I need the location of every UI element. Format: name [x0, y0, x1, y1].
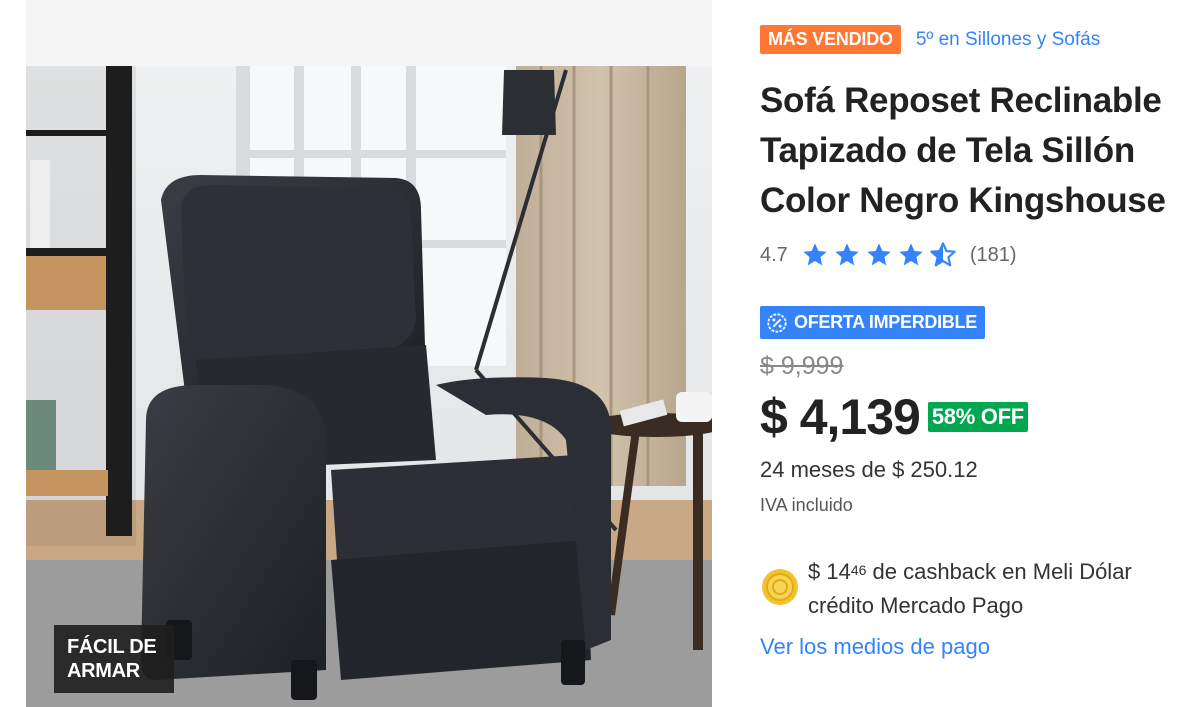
tax-note: IVA incluido — [760, 495, 853, 515]
badge-row: MÁS VENDIDO 5º en Sillones y Sofás — [760, 25, 1100, 54]
product-image[interactable]: FÁCIL DE ARMAR — [26, 0, 712, 707]
star-half-icon — [929, 241, 957, 269]
product-title-line-3: Color Negro Kingshouse — [760, 181, 1166, 220]
product-title-line-1: Sofá Reposet Reclinable — [760, 81, 1162, 120]
rating-row[interactable]: 4.7 (181) — [760, 241, 1017, 269]
discount-badge: 58% OFF — [927, 402, 1028, 432]
product-title: Sofá Reposet Reclinable Tapizado de Tela… — [760, 76, 1200, 226]
star-full-icon — [897, 241, 925, 269]
original-price: $ 9,999 — [760, 352, 844, 380]
easy-assembly-line-2: ARMAR — [67, 660, 140, 682]
star-full-icon — [801, 241, 829, 269]
cashback-row: $ 1446 de cashback en Meli Dólar crédito… — [760, 555, 1132, 623]
deal-label: OFERTA IMPERDIBLE — [794, 312, 977, 332]
cashback-text-1: de cashback en Meli Dólar — [866, 559, 1132, 584]
deal-badge: OFERTA IMPERDIBLE — [760, 306, 985, 339]
payment-methods-link[interactable]: Ver los medios de pago — [760, 634, 990, 660]
price-row: $ 4,139 58% OFF — [760, 388, 1028, 446]
cashback-text: $ 1446 de cashback en Meli Dólar crédito… — [808, 555, 1132, 623]
star-rating — [801, 241, 957, 269]
star-full-icon — [833, 241, 861, 269]
badge-percent-icon — [767, 312, 787, 333]
star-full-icon — [865, 241, 893, 269]
cashback-amount: $ 14 — [808, 559, 851, 584]
cashback-line-1: $ 1446 de cashback en Meli Dólar — [808, 555, 1132, 589]
product-title-line-2: Tapizado de Tela Sillón — [760, 131, 1135, 170]
best-seller-badge: MÁS VENDIDO — [760, 25, 901, 54]
rating-value: 4.7 — [760, 243, 788, 266]
easy-assembly-line-1: FÁCIL DE — [67, 636, 157, 658]
review-count: (181) — [969, 243, 1017, 266]
current-price: $ 4,139 — [760, 389, 921, 445]
category-rank-link[interactable]: 5º en Sillones y Sofás — [916, 29, 1100, 51]
installments-text: 24 meses de $ 250.12 — [760, 457, 978, 482]
cashback-cents: 46 — [850, 562, 867, 578]
product-info-panel: MÁS VENDIDO 5º en Sillones y Sofás Sofá … — [760, 0, 1200, 707]
cashback-line-2: crédito Mercado Pago — [808, 593, 1024, 618]
coin-icon — [762, 569, 798, 605]
easy-assembly-badge: FÁCIL DE ARMAR — [54, 625, 174, 693]
